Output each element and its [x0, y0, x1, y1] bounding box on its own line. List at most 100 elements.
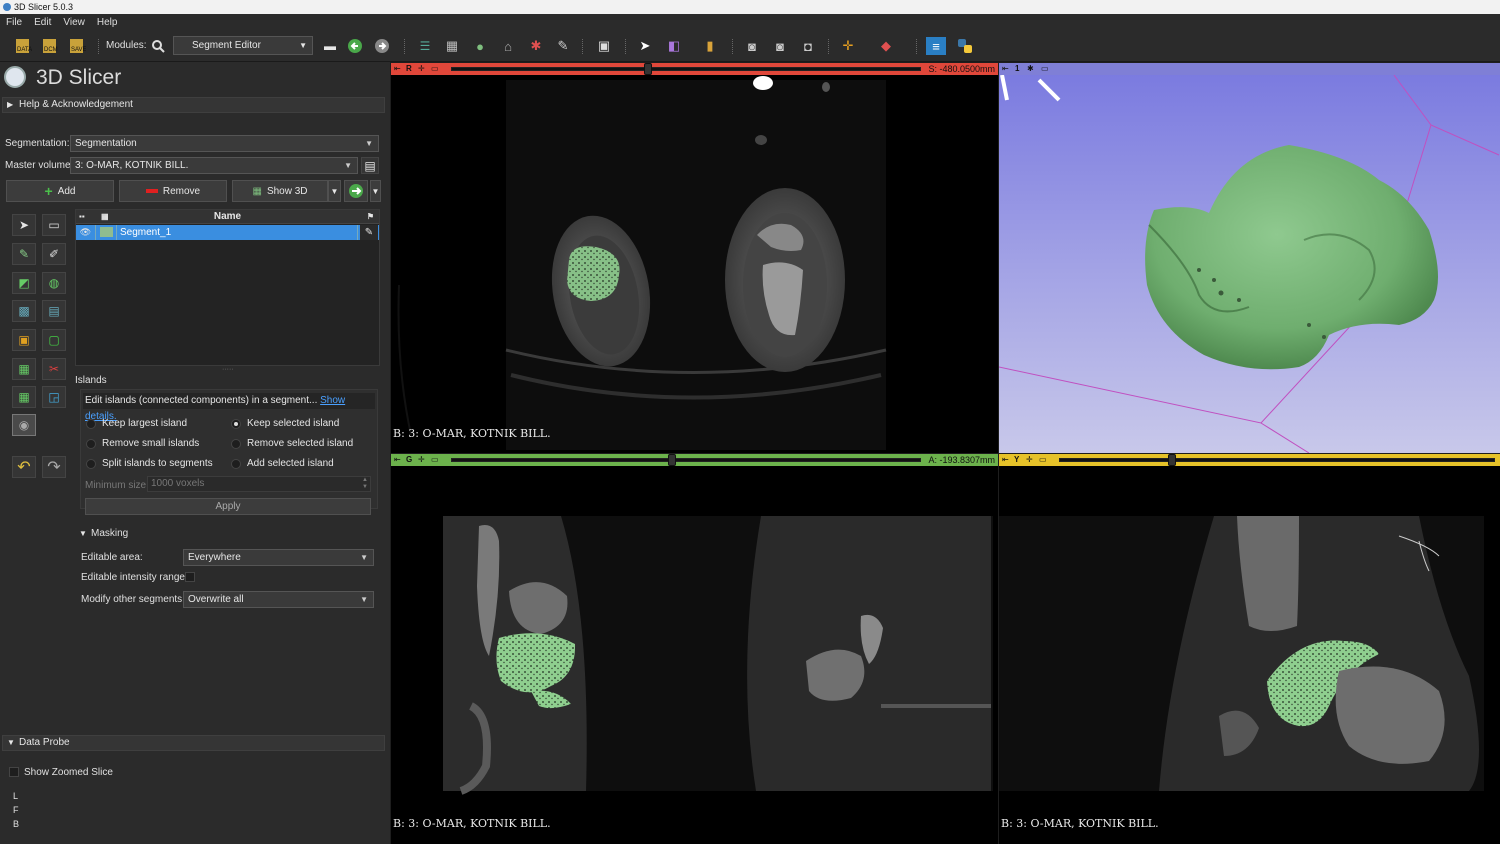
spin-arrows-icon[interactable]: ▲ ▼: [362, 477, 368, 491]
markups-icon[interactable]: ✱: [526, 37, 546, 55]
pencil-icon[interactable]: ✎: [360, 225, 378, 240]
fiducial-icon[interactable]: ◆: [876, 37, 896, 55]
fill-between-slices-icon[interactable]: ▤: [42, 300, 66, 322]
paint-effect-icon[interactable]: ✎: [12, 243, 36, 265]
pin-icon[interactable]: ⇤: [1002, 455, 1009, 464]
save-icon[interactable]: SAVE: [67, 37, 87, 55]
ruler-icon[interactable]: ▮: [700, 37, 720, 55]
yellow-slice-slider[interactable]: [1059, 458, 1495, 462]
min-size-spinbox[interactable]: 1000 voxels ▲ ▼: [147, 476, 371, 492]
logical-operators-icon[interactable]: ◲: [42, 386, 66, 408]
data-icon[interactable]: DATA: [13, 37, 33, 55]
scissors-icon[interactable]: ✂: [42, 358, 66, 380]
gear-icon[interactable]: ✱: [1027, 64, 1034, 73]
yellow-slice-view[interactable]: B: 3: O-MAR, KOTNIK BILL.: [999, 466, 1500, 844]
splitter-handle[interactable]: ·····: [222, 366, 234, 373]
menu-file[interactable]: File: [6, 17, 22, 28]
green-slider-thumb[interactable]: [667, 454, 676, 466]
red-slice-view[interactable]: B: 3: O-MAR, KOTNIK BILL.: [391, 75, 998, 453]
margin-effect-icon[interactable]: ▣: [12, 329, 36, 351]
masking-section-label[interactable]: Masking: [91, 528, 128, 539]
maximize-icon[interactable]: ▭: [1039, 455, 1047, 464]
show-3d-button[interactable]: ▦ Show 3D: [232, 180, 328, 202]
add-segment-button[interactable]: + Add: [6, 180, 114, 202]
back-icon[interactable]: [345, 37, 365, 55]
erase-effect-icon[interactable]: ◩: [12, 272, 36, 294]
draw-effect-icon[interactable]: ✐: [42, 243, 66, 265]
scene-view-icon[interactable]: ◘: [798, 37, 818, 55]
apply-button[interactable]: Apply: [85, 498, 371, 515]
modify-other-selector[interactable]: Overwrite all ▼: [183, 591, 374, 608]
chevron-down-icon[interactable]: ▼: [79, 529, 87, 538]
dcm-icon[interactable]: DCM: [40, 37, 60, 55]
pointer-effect-icon[interactable]: ➤: [12, 214, 36, 236]
layout-icon[interactable]: ☰: [415, 37, 435, 55]
split-islands-radio[interactable]: Split islands to segments: [86, 458, 213, 469]
green-slice-view[interactable]: B: 3: O-MAR, KOTNIK BILL.: [391, 466, 998, 844]
forward-icon[interactable]: [372, 37, 392, 55]
mask-volume-icon[interactable]: ◉: [12, 414, 36, 436]
link-icon[interactable]: ✛: [418, 455, 425, 464]
smoothing-effect-icon[interactable]: ▦: [12, 358, 36, 380]
next-module-button[interactable]: [344, 180, 368, 202]
segment-name[interactable]: Segment_1: [120, 225, 358, 240]
redo-icon[interactable]: ↷: [42, 456, 66, 478]
hollow-effect-icon[interactable]: ▢: [42, 329, 66, 351]
pointer-icon[interactable]: ➤: [635, 37, 655, 55]
keep-selected-island-radio[interactable]: Keep selected island: [231, 418, 339, 429]
maximize-icon[interactable]: ▭: [431, 64, 439, 73]
module-selector[interactable]: Segment Editor ▼: [173, 36, 313, 55]
remove-selected-island-radio[interactable]: Remove selected island: [231, 438, 353, 449]
search-icon[interactable]: [148, 37, 168, 55]
keep-largest-island-radio[interactable]: Keep largest island: [86, 418, 187, 429]
remove-small-islands-radio[interactable]: Remove small islands: [86, 438, 199, 449]
editable-area-selector[interactable]: Everywhere ▼: [183, 549, 374, 566]
yellow-slider-thumb[interactable]: [1168, 454, 1177, 466]
grow-from-seeds-icon[interactable]: ▩: [12, 300, 36, 322]
volume-settings-icon[interactable]: ▤: [361, 157, 379, 174]
next-module-dropdown[interactable]: ▼: [370, 180, 381, 202]
intensity-range-checkbox[interactable]: [185, 572, 195, 582]
segmentation-selector[interactable]: Segmentation ▼: [70, 135, 379, 152]
red-slice-slider[interactable]: [451, 67, 921, 71]
master-volume-selector[interactable]: 3: O-MAR, KOTNIK BILL. ▼: [70, 157, 358, 174]
link-icon[interactable]: ✛: [1026, 455, 1033, 464]
menu-edit[interactable]: Edit: [34, 17, 51, 28]
add-selected-island-radio[interactable]: Add selected island: [231, 458, 334, 469]
python-icon[interactable]: [955, 37, 975, 55]
menu-view[interactable]: View: [63, 17, 85, 28]
remove-segment-button[interactable]: Remove: [119, 180, 227, 202]
show-3d-dropdown[interactable]: ▼: [328, 180, 341, 202]
model-icon[interactable]: ●: [470, 37, 490, 55]
help-section-header[interactable]: ▶ Help & Acknowledgement: [2, 97, 385, 113]
data-probe-header[interactable]: ▼ Data Probe: [2, 735, 385, 751]
show-zoomed-checkbox[interactable]: [9, 767, 19, 777]
red-slider-thumb[interactable]: [644, 63, 653, 75]
transform-icon[interactable]: ⌂: [498, 37, 518, 55]
undo-icon[interactable]: ↶: [12, 456, 36, 478]
islands-effect-icon[interactable]: ▦: [12, 386, 36, 408]
segment-color-cell[interactable]: [97, 225, 117, 240]
green-slice-slider[interactable]: [451, 458, 921, 462]
screenshot-icon[interactable]: ◙: [742, 37, 762, 55]
window-level-icon[interactable]: ◧: [664, 37, 684, 55]
segment-icon[interactable]: ✎: [553, 37, 573, 55]
threed-view[interactable]: [999, 75, 1500, 453]
threshold-effect-icon[interactable]: ▭: [42, 214, 66, 236]
volume-icon[interactable]: ▦: [442, 37, 462, 55]
menu-help[interactable]: Help: [97, 17, 118, 28]
extensions-icon[interactable]: ≡: [926, 37, 946, 55]
maximize-icon[interactable]: ▭: [1041, 64, 1049, 73]
table-row[interactable]: 👁 Segment_1 ✎: [76, 225, 379, 240]
minimize-icon[interactable]: ▬: [320, 37, 340, 55]
camera-icon[interactable]: ◙: [770, 37, 790, 55]
level-tracing-effect-icon[interactable]: ◍: [42, 272, 66, 294]
crosshair-icon[interactable]: ✛: [838, 37, 858, 55]
pin-icon[interactable]: ⇤: [1002, 64, 1009, 73]
pin-icon[interactable]: ⇤: [394, 455, 401, 464]
eye-icon[interactable]: 👁: [76, 225, 96, 240]
link-icon[interactable]: ✛: [418, 64, 425, 73]
maximize-icon[interactable]: ▭: [431, 455, 439, 464]
pin-icon[interactable]: ⇤: [394, 64, 401, 73]
view-layout-icon[interactable]: ▣: [594, 37, 614, 55]
